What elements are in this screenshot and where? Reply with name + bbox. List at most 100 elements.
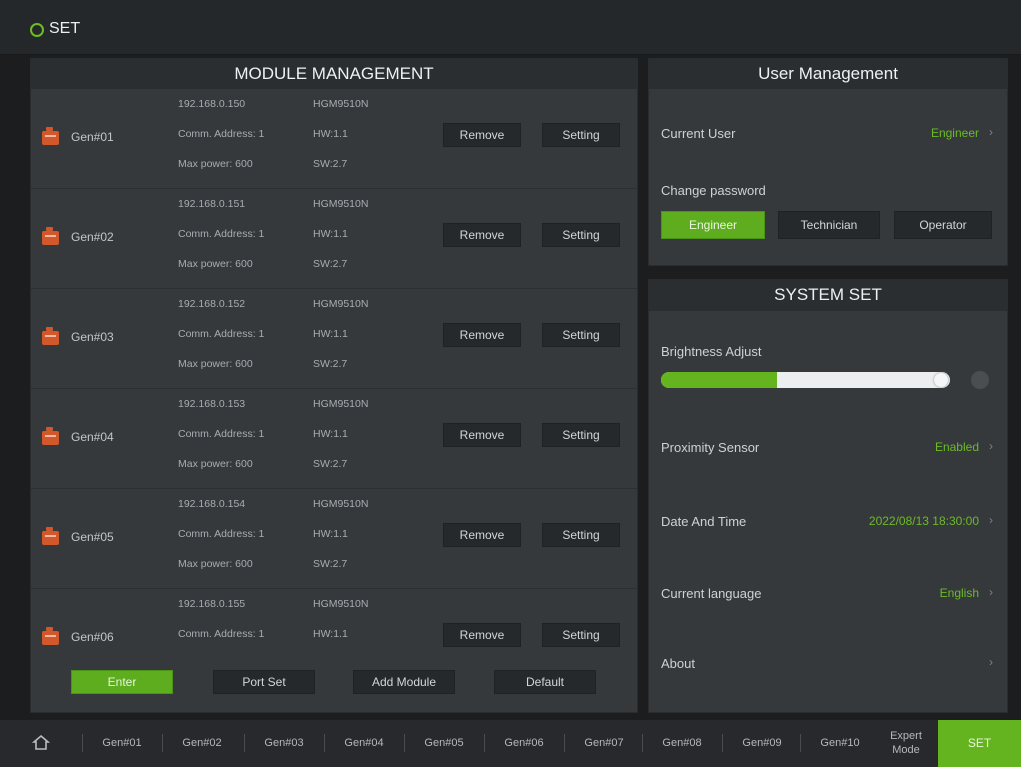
module-sw: SW:2.7 xyxy=(313,258,348,270)
module-max-power: Max power: 600 xyxy=(178,458,253,470)
remove-button[interactable]: Remove xyxy=(443,623,521,647)
chevron-right-icon: › xyxy=(989,513,993,527)
tab-separator xyxy=(642,734,643,752)
module-sw: SW:2.7 xyxy=(313,458,348,470)
expert-mode-button[interactable]: Expert Mode xyxy=(884,729,928,757)
remove-button[interactable]: Remove xyxy=(443,123,521,147)
brightness-label: Brightness Adjust xyxy=(661,344,762,359)
module-hw: HW:1.1 xyxy=(313,128,348,140)
tab-gen-3[interactable]: Gen#03 xyxy=(250,737,318,749)
module-comm-address: Comm. Address: 1 xyxy=(178,128,265,140)
remove-button[interactable]: Remove xyxy=(443,223,521,247)
module-model: HGM9510N xyxy=(313,198,369,210)
setting-button[interactable]: Setting xyxy=(542,123,620,147)
setting-button[interactable]: Setting xyxy=(542,223,620,247)
module-comm-address: Comm. Address: 1 xyxy=(178,428,265,440)
chevron-right-icon: › xyxy=(989,585,993,599)
module-name: Gen#01 xyxy=(71,130,114,144)
module-comm-address: Comm. Address: 1 xyxy=(178,528,265,540)
tab-gen-10[interactable]: Gen#10 xyxy=(806,737,874,749)
system-set-title: SYSTEM SET xyxy=(649,280,1007,310)
module-name: Gen#02 xyxy=(71,230,114,244)
tab-gen-8[interactable]: Gen#08 xyxy=(648,737,716,749)
tab-separator xyxy=(564,734,565,752)
generator-icon xyxy=(42,327,59,345)
module-name: Gen#04 xyxy=(71,430,114,444)
role-technician-button[interactable]: Technician xyxy=(778,211,880,239)
generator-icon xyxy=(42,427,59,445)
brightness-slider[interactable] xyxy=(661,372,950,388)
module-management-title: MODULE MANAGEMENT xyxy=(31,59,637,89)
module-name: Gen#05 xyxy=(71,530,114,544)
tab-separator xyxy=(82,734,83,752)
module-hw: HW:1.1 xyxy=(313,228,348,240)
role-engineer-button[interactable]: Engineer xyxy=(661,211,765,239)
brightness-icon xyxy=(971,371,989,389)
chevron-right-icon: › xyxy=(989,439,993,453)
module-hw: HW:1.1 xyxy=(313,628,348,640)
tab-separator xyxy=(324,734,325,752)
module-row: Gen#05 192.168.0.154 Comm. Address: 1 Max p… xyxy=(31,489,637,589)
tab-gen-6[interactable]: Gen#06 xyxy=(490,737,558,749)
module-max-power: Max power: 600 xyxy=(178,358,253,370)
module-ip: 192.168.0.153 xyxy=(178,398,246,410)
set-button[interactable]: SET xyxy=(938,720,1021,767)
remove-button[interactable]: Remove xyxy=(443,423,521,447)
generator-icon xyxy=(42,627,59,645)
tab-separator xyxy=(800,734,801,752)
setting-button[interactable]: Setting xyxy=(542,323,620,347)
default-button[interactable]: Default xyxy=(494,670,596,694)
enter-button[interactable]: Enter xyxy=(71,670,173,694)
module-row: Gen#04 192.168.0.153 Comm. Address: 1 Max p… xyxy=(31,389,637,489)
module-row: Gen#01 192.168.0.150 Comm. Address: 1 Max p… xyxy=(31,89,637,189)
remove-button[interactable]: Remove xyxy=(443,523,521,547)
role-operator-button[interactable]: Operator xyxy=(894,211,992,239)
tab-gen-2[interactable]: Gen#02 xyxy=(168,737,236,749)
generator-icon xyxy=(42,227,59,245)
page-title: SET xyxy=(49,20,81,37)
module-model: HGM9510N xyxy=(313,98,369,110)
module-ip: 192.168.0.154 xyxy=(178,498,246,510)
module-ip: 192.168.0.151 xyxy=(178,198,246,210)
tab-gen-9[interactable]: Gen#09 xyxy=(728,737,796,749)
brightness-slider-fill xyxy=(661,372,777,388)
tab-separator xyxy=(484,734,485,752)
current-language-label: Current language xyxy=(661,586,762,601)
tab-gen-7[interactable]: Gen#07 xyxy=(570,737,638,749)
proximity-sensor-value: Enabled xyxy=(934,440,979,454)
date-time-value: 2022/08/13 18:30:00 xyxy=(868,514,979,528)
module-name: Gen#06 xyxy=(71,630,114,644)
current-language-value: English xyxy=(939,586,979,600)
module-model: HGM9510N xyxy=(313,598,369,610)
tab-gen-1[interactable]: Gen#01 xyxy=(88,737,156,749)
settings-circle-icon xyxy=(30,23,44,37)
change-password-label: Change password xyxy=(661,183,766,198)
module-row: Gen#03 192.168.0.152 Comm. Address: 1 Max p… xyxy=(31,289,637,389)
current-user-value: Engineer xyxy=(930,126,979,140)
module-max-power: Max power: 600 xyxy=(178,258,253,270)
current-user-label: Current User xyxy=(661,126,736,141)
module-sw: SW:2.7 xyxy=(313,558,348,570)
tab-gen-5[interactable]: Gen#05 xyxy=(410,737,478,749)
module-ip: 192.168.0.150 xyxy=(178,98,246,110)
tab-gen-4[interactable]: Gen#04 xyxy=(330,737,398,749)
setting-button[interactable]: Setting xyxy=(542,423,620,447)
proximity-sensor-label: Proximity Sensor xyxy=(661,440,760,455)
generator-icon xyxy=(42,127,59,145)
add-module-button[interactable]: Add Module xyxy=(353,670,455,694)
module-model: HGM9510N xyxy=(313,298,369,310)
brightness-slider-knob[interactable] xyxy=(934,373,948,387)
module-comm-address: Comm. Address: 1 xyxy=(178,228,265,240)
module-max-power: Max power: 600 xyxy=(178,158,253,170)
home-icon[interactable] xyxy=(31,733,51,753)
module-comm-address: Comm. Address: 1 xyxy=(178,628,265,640)
remove-button[interactable]: Remove xyxy=(443,323,521,347)
module-sw: SW:2.7 xyxy=(313,358,348,370)
module-max-power: Max power: 600 xyxy=(178,558,253,570)
port-set-button[interactable]: Port Set xyxy=(213,670,315,694)
system-set-panel: SYSTEM SET Brightness Adjust Proximity S… xyxy=(648,279,1008,713)
module-name: Gen#03 xyxy=(71,330,114,344)
setting-button[interactable]: Setting xyxy=(542,623,620,647)
setting-button[interactable]: Setting xyxy=(542,523,620,547)
module-ip: 192.168.0.155 xyxy=(178,598,246,610)
